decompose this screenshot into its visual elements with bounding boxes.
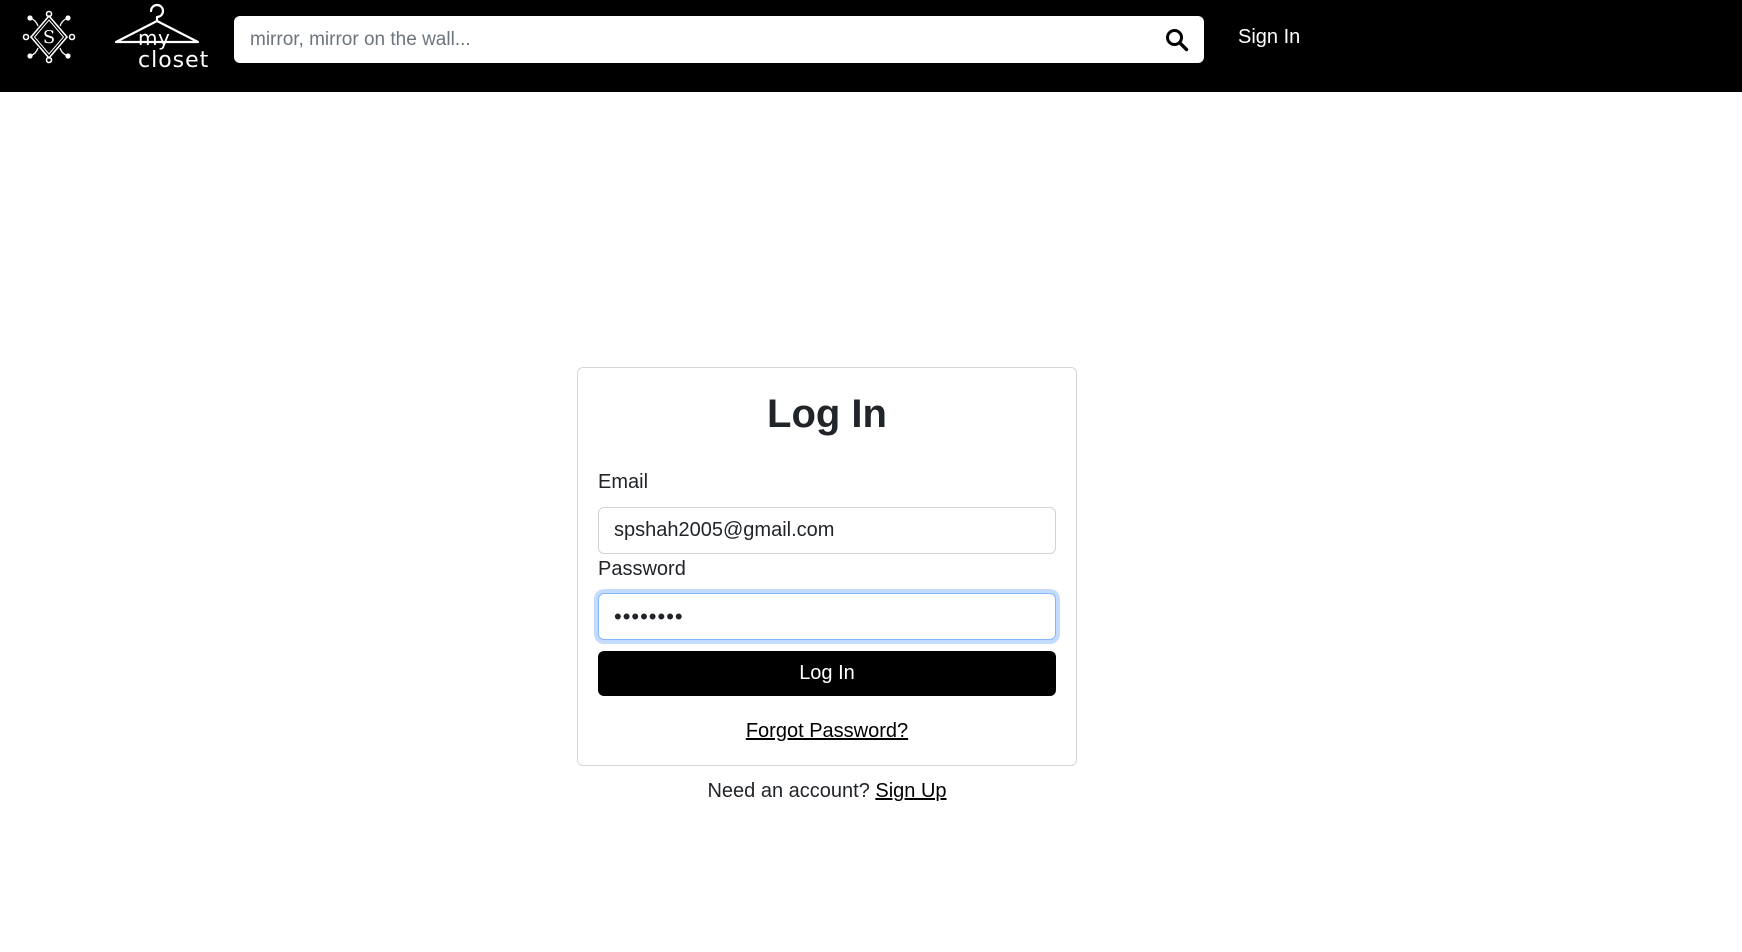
email-field[interactable] (598, 507, 1056, 554)
login-card: Log In Email Password Log In Forgot Pass… (577, 367, 1077, 766)
forgot-password-row: Forgot Password? (578, 720, 1076, 743)
email-label: Email (598, 471, 649, 493)
top-navbar: S my closet Sign In (0, 0, 1742, 92)
monogram-icon: S (22, 10, 76, 64)
need-account-text: Need an account? (707, 780, 876, 802)
sign-up-link[interactable]: Sign Up (875, 780, 946, 802)
brand-monogram-logo[interactable]: S (22, 10, 76, 64)
my-closet-logo[interactable]: my closet (112, 2, 212, 74)
logo-my-text: my (138, 26, 171, 50)
search-bar (234, 16, 1204, 63)
password-label: Password (598, 558, 686, 580)
forgot-password-link[interactable]: Forgot Password? (746, 720, 908, 742)
nav-sign-in-link[interactable]: Sign In (1238, 26, 1300, 49)
log-in-button[interactable]: Log In (598, 651, 1056, 696)
page-title: Log In (767, 392, 887, 436)
search-input[interactable] (234, 16, 1144, 63)
signup-prompt: Need an account? Sign Up (577, 780, 1077, 803)
logo-closet-text: closet (138, 48, 210, 73)
password-field[interactable] (598, 593, 1056, 640)
monogram-letter: S (43, 27, 55, 48)
search-icon[interactable] (1164, 27, 1190, 53)
